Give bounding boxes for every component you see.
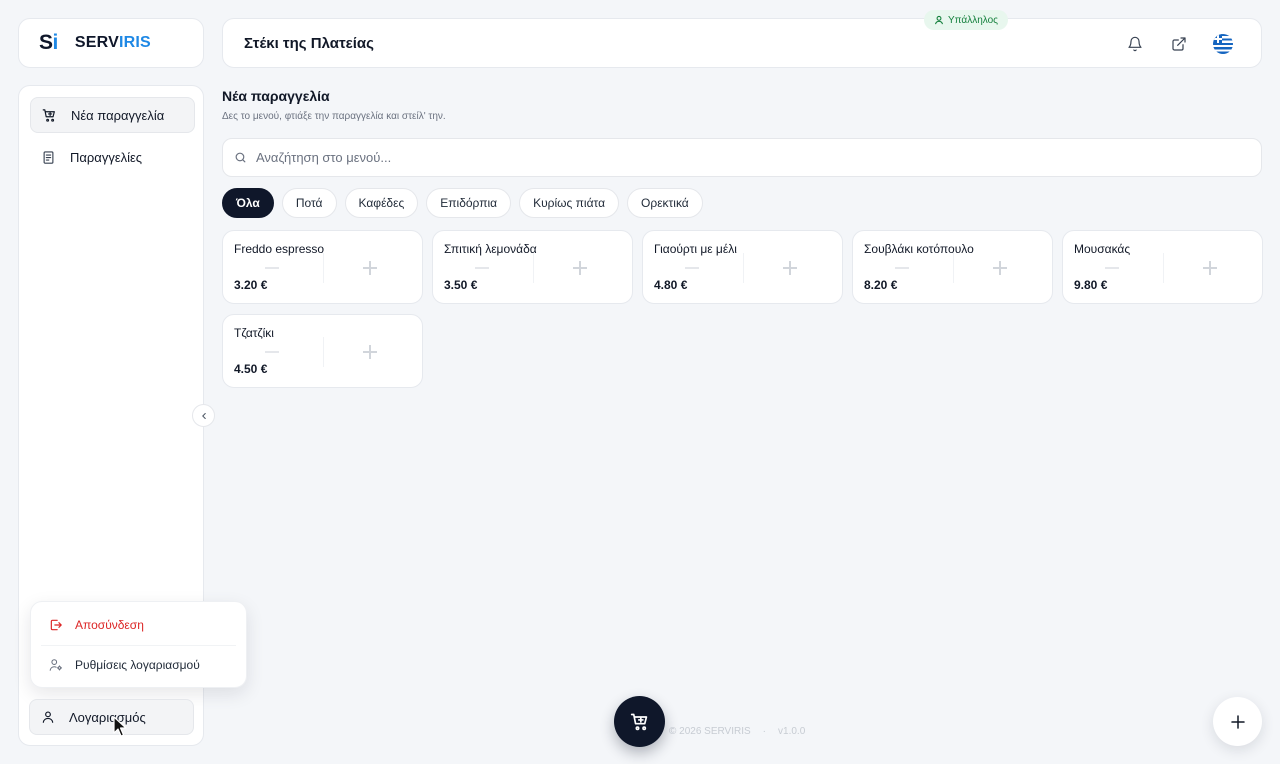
decrease-quantity-button[interactable] bbox=[685, 267, 699, 269]
sidebar-item-label: Παραγγελίες bbox=[70, 149, 143, 165]
product-price: 4.80 € bbox=[654, 278, 688, 292]
cart-button[interactable] bbox=[614, 696, 665, 747]
category-chip-mains[interactable]: Κυρίως πιάτα bbox=[519, 188, 620, 218]
increase-quantity-button[interactable] bbox=[1203, 261, 1217, 275]
restaurant-name: Στέκι της Πλατείας bbox=[244, 34, 374, 52]
cart-icon bbox=[630, 713, 647, 730]
divider bbox=[323, 253, 324, 283]
logo-mark: Si bbox=[39, 31, 58, 54]
footer-separator: · bbox=[762, 726, 767, 737]
divider bbox=[533, 253, 534, 283]
decrease-quantity-button[interactable] bbox=[895, 267, 909, 269]
increase-quantity-button[interactable] bbox=[573, 261, 587, 275]
divider bbox=[323, 337, 324, 367]
search-input[interactable] bbox=[256, 150, 1156, 165]
language-button[interactable] bbox=[1213, 34, 1233, 54]
account-label: Λογαριασμός bbox=[69, 709, 146, 725]
user-icon bbox=[934, 15, 944, 25]
product-card[interactable]: Freddo espresso 3.20 € bbox=[222, 230, 423, 304]
decrease-quantity-button[interactable] bbox=[265, 267, 279, 269]
top-header: Στέκι της Πλατείας Υπάλληλος bbox=[222, 10, 1262, 69]
product-name: Σπιτική λεμονάδα bbox=[444, 242, 537, 256]
mouse-cursor-icon bbox=[113, 716, 127, 737]
role-badge: Υπάλληλος bbox=[924, 10, 1008, 30]
cart-plus-icon bbox=[42, 108, 55, 122]
category-chip-coffees[interactable]: Καφέδες bbox=[344, 188, 419, 218]
product-name: Freddo espresso bbox=[234, 242, 325, 256]
bell-icon bbox=[1128, 36, 1142, 52]
product-price: 3.20 € bbox=[234, 278, 268, 292]
category-chip-drinks[interactable]: Ποτά bbox=[281, 188, 337, 218]
user-icon bbox=[42, 711, 54, 723]
sidebar-item-label: Νέα παραγγελία bbox=[71, 107, 165, 123]
account-button[interactable]: Λογαριασμός bbox=[29, 699, 194, 735]
product-card[interactable]: Μουσακάς 9.80 € bbox=[1062, 230, 1263, 304]
account-menu: Αποσύνδεση Ρυθμίσεις λογαριασμού bbox=[30, 601, 247, 688]
product-name: Τζατζίκι bbox=[234, 326, 274, 340]
chevron-left-icon bbox=[201, 412, 206, 419]
external-link-icon bbox=[1172, 37, 1186, 51]
product-price: 4.50 € bbox=[234, 362, 268, 376]
product-name: Γιαούρτι με μέλι bbox=[654, 242, 737, 256]
user-settings-icon bbox=[49, 659, 63, 671]
header-actions bbox=[1125, 19, 1233, 69]
notifications-button[interactable] bbox=[1125, 34, 1145, 54]
product-name: Σουβλάκι κοτόπουλο bbox=[864, 242, 974, 256]
divider bbox=[953, 253, 954, 283]
role-badge-label: Υπάλληλος bbox=[948, 14, 998, 26]
increase-quantity-button[interactable] bbox=[363, 345, 377, 359]
logo-wordmark: SERVIRIS bbox=[74, 34, 151, 51]
decrease-quantity-button[interactable] bbox=[475, 267, 489, 269]
account-settings-label: Ρυθμίσεις λογαριασμού bbox=[75, 658, 200, 672]
category-chip-all[interactable]: Όλα bbox=[222, 188, 274, 218]
search-icon bbox=[235, 152, 246, 163]
page-title: Νέα παραγγελία bbox=[222, 88, 330, 104]
product-card[interactable]: Σουβλάκι κοτόπουλο 8.20 € bbox=[852, 230, 1053, 304]
increase-quantity-button[interactable] bbox=[993, 261, 1007, 275]
product-card[interactable]: Σπιτική λεμονάδα 3.50 € bbox=[432, 230, 633, 304]
product-name: Μουσακάς bbox=[1074, 242, 1131, 256]
receipt-icon bbox=[43, 150, 54, 164]
footer: © 2026 SERVIRIS · v1.0.0 bbox=[669, 726, 805, 737]
sidebar-item-orders[interactable]: Παραγγελίες bbox=[30, 139, 195, 175]
plus-icon bbox=[1230, 714, 1245, 729]
open-external-button[interactable] bbox=[1169, 34, 1189, 54]
decrease-quantity-button[interactable] bbox=[1105, 267, 1119, 269]
account-settings-button[interactable]: Ρυθμίσεις λογαριασμού bbox=[49, 658, 200, 672]
greek-flag-icon bbox=[1213, 34, 1233, 54]
logout-icon bbox=[50, 619, 62, 631]
increase-quantity-button[interactable] bbox=[363, 261, 377, 275]
product-grid: Freddo espresso 3.20 € Σπιτική λεμονάδα … bbox=[222, 230, 1263, 388]
category-filters: Όλα Ποτά Καφέδες Επιδόρπια Κυρίως πιάτα … bbox=[222, 188, 703, 218]
increase-quantity-button[interactable] bbox=[783, 261, 797, 275]
decrease-quantity-button[interactable] bbox=[265, 351, 279, 353]
sidebar-collapse-button[interactable] bbox=[192, 404, 215, 427]
menu-search bbox=[222, 138, 1262, 177]
product-price: 3.50 € bbox=[444, 278, 478, 292]
page-subtitle: Δες το μενού, φτιάξε την παραγγελία και … bbox=[222, 111, 446, 122]
category-chip-desserts[interactable]: Επιδόρπια bbox=[426, 188, 512, 218]
version-text: v1.0.0 bbox=[778, 726, 806, 737]
category-chip-appetizers[interactable]: Ορεκτικά bbox=[627, 188, 703, 218]
sidebar-item-new-order[interactable]: Νέα παραγγελία bbox=[30, 97, 195, 133]
divider bbox=[1163, 253, 1164, 283]
logout-label: Αποσύνδεση bbox=[75, 618, 144, 632]
product-price: 8.20 € bbox=[864, 278, 898, 292]
copyright-text: © 2026 SERVIRIS bbox=[669, 726, 751, 737]
add-button[interactable] bbox=[1213, 697, 1262, 746]
brand-logo[interactable]: Si SERVIRIS bbox=[18, 18, 204, 68]
logout-button[interactable]: Αποσύνδεση bbox=[49, 618, 144, 632]
menu-divider bbox=[41, 645, 236, 646]
product-card[interactable]: Τζατζίκι 4.50 € bbox=[222, 314, 423, 388]
product-price: 9.80 € bbox=[1074, 278, 1108, 292]
divider bbox=[743, 253, 744, 283]
product-card[interactable]: Γιαούρτι με μέλι 4.80 € bbox=[642, 230, 843, 304]
